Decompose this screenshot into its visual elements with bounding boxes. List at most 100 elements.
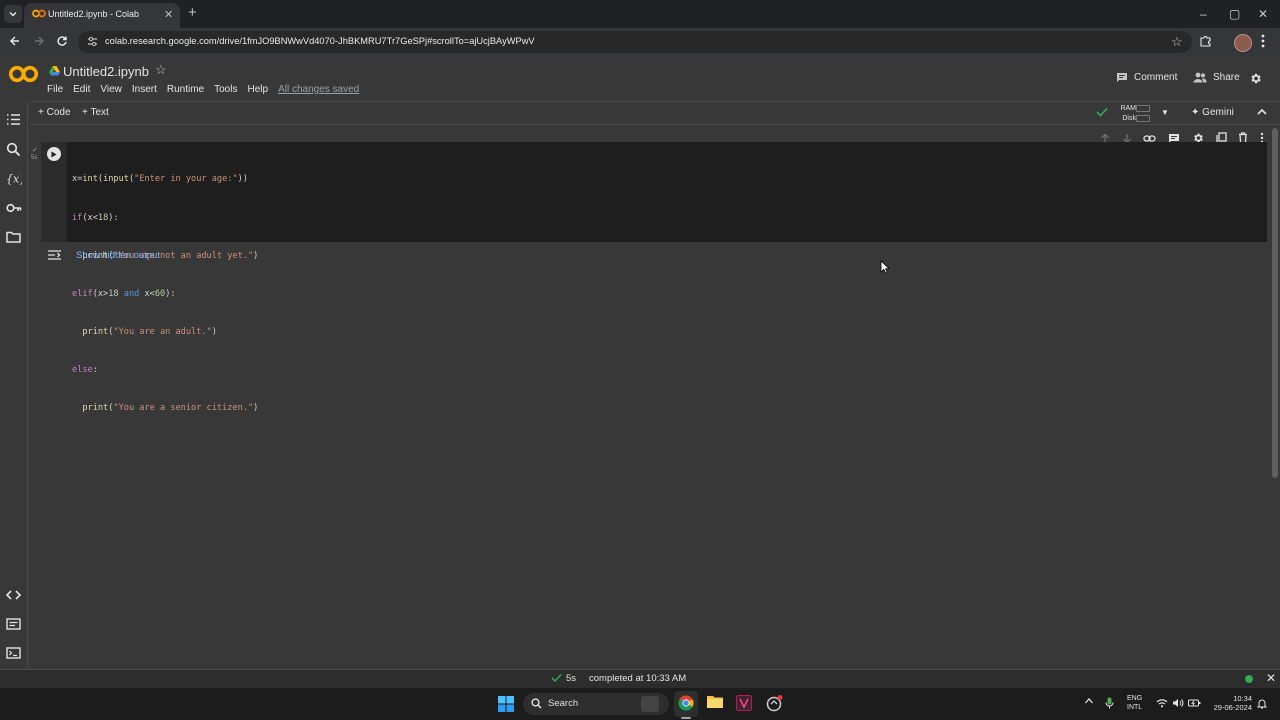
tab-search-button[interactable] [4, 5, 22, 23]
language-indicator[interactable]: ENG INTL [1127, 694, 1142, 712]
menu-insert[interactable]: Insert [132, 84, 157, 95]
wifi-icon[interactable] [1156, 698, 1168, 708]
execution-check-icon: ✓ [32, 147, 38, 154]
notebook-toolbar: + Code + Text RAM Disk ▼ ✦ Gemini [30, 101, 1280, 125]
google-drive-icon[interactable] [49, 66, 60, 76]
share-label: Share [1213, 72, 1240, 83]
restore-button[interactable]: ▢ [1229, 7, 1240, 21]
runtime-dropdown-icon[interactable]: ▼ [1161, 108, 1169, 117]
scrollbar-thumb[interactable] [1272, 128, 1278, 478]
back-arrow-icon[interactable] [9, 35, 21, 47]
address-bar[interactable]: colab.research.google.com/drive/1fmJO9BN… [78, 31, 1192, 53]
minimize-button[interactable]: – [1200, 7, 1207, 21]
add-text-cell-button[interactable]: + Text [82, 107, 109, 118]
browser-tab-strip: Untitled2.ipynb - Colab ✕ + – ▢ ✕ [0, 0, 1280, 28]
battery-charging-icon[interactable] [1188, 698, 1201, 708]
code-cell[interactable]: ✓ 5s x=int(input("Enter in your age:")) … [31, 142, 1267, 413]
terminal-icon[interactable] [6, 647, 21, 659]
ram-usage-bar [1136, 105, 1150, 112]
site-settings-icon[interactable] [87, 36, 98, 47]
language-bottom: INTL [1127, 704, 1143, 711]
command-palette-icon[interactable] [6, 618, 21, 630]
close-status-icon[interactable]: ✕ [1266, 671, 1276, 685]
resource-labels[interactable]: RAM Disk [1116, 104, 1136, 124]
windows-taskbar: Search ENG INTL 10:34 29-06-2024 [0, 688, 1280, 720]
gemini-button[interactable]: ✦ Gemini [1191, 107, 1234, 118]
forward-arrow-icon[interactable] [33, 35, 45, 47]
status-text: completed at 10:33 AM [589, 673, 687, 684]
chevron-down-icon [9, 12, 17, 17]
code-line-7: print("You are a senior citizen.") [82, 402, 259, 413]
run-cell-button[interactable] [47, 147, 61, 161]
table-of-contents-icon[interactable] [6, 113, 21, 126]
app-icon[interactable] [736, 695, 752, 711]
language-top: ENG [1127, 695, 1143, 702]
file-explorer-icon[interactable] [707, 695, 723, 709]
left-sidebar: {x} [0, 101, 28, 669]
gemini-sparkle-icon: ✦ [1191, 107, 1203, 118]
tray-chevron-up-icon[interactable] [1084, 697, 1094, 705]
colab-logo-icon [32, 9, 46, 18]
code-snippets-icon[interactable] [6, 589, 21, 601]
comment-icon [1117, 73, 1127, 82]
menu-edit[interactable]: Edit [73, 84, 90, 95]
new-tab-button[interactable]: + [188, 5, 197, 21]
search-icon[interactable] [6, 142, 21, 157]
clock-time: 10:34 [1233, 694, 1252, 703]
execution-time: 5s [31, 155, 38, 161]
people-icon [1193, 72, 1207, 83]
extensions-puzzle-icon[interactable] [1199, 34, 1212, 47]
tab-close-icon[interactable]: ✕ [164, 9, 173, 21]
comment-button[interactable]: Comment [1116, 72, 1177, 83]
colab-header: Untitled2.ipynb ☆ File Edit View Insert … [0, 56, 1280, 101]
tab-title: Untitled2.ipynb - Colab [48, 9, 140, 19]
clock-date: 29-06-2024 [1213, 703, 1252, 712]
runtime-connected-check-icon [1096, 107, 1108, 117]
code-line-1: x=int(input("Enter in your age:")) [72, 174, 248, 185]
taskbar-search-label: Search [548, 698, 579, 709]
menu-help[interactable]: Help [247, 84, 268, 95]
search-highlight-icon[interactable] [641, 696, 659, 712]
star-icon[interactable]: ☆ [155, 63, 167, 77]
completed-check-icon [551, 673, 562, 683]
microphone-icon[interactable] [1105, 697, 1114, 709]
menu-tools[interactable]: Tools [214, 84, 237, 95]
disk-label: Disk [1122, 115, 1136, 122]
comment-label: Comment [1134, 72, 1178, 83]
window-close-button[interactable]: ✕ [1258, 7, 1268, 21]
output-toggle-icon[interactable] [47, 249, 62, 261]
files-folder-icon[interactable] [6, 231, 21, 243]
taskbar-search-box[interactable]: Search [523, 693, 669, 715]
show-hidden-output-link[interactable]: Show hidden output [76, 250, 160, 261]
windows-start-icon[interactable] [498, 696, 514, 712]
secrets-key-icon[interactable] [6, 202, 22, 214]
menu-view[interactable]: View [100, 84, 122, 95]
profile-avatar[interactable] [1234, 34, 1252, 52]
chrome-icon[interactable] [678, 695, 694, 711]
save-status-link[interactable]: All changes saved [278, 84, 359, 95]
reload-icon[interactable] [56, 35, 68, 47]
variables-icon[interactable]: {x} [6, 171, 22, 186]
notebook-title[interactable]: Untitled2.ipynb [63, 64, 149, 79]
bookmark-star-icon[interactable]: ☆ [1171, 35, 1183, 49]
volume-icon[interactable] [1172, 698, 1184, 708]
kebab-menu-icon[interactable] [1261, 34, 1265, 48]
share-button[interactable]: Share [1193, 72, 1240, 83]
chevron-up-icon[interactable] [1256, 107, 1268, 117]
menu-file[interactable]: File [47, 84, 63, 95]
gear-icon[interactable] [1249, 72, 1262, 85]
notification-bell-icon[interactable] [1257, 698, 1267, 709]
code-editor[interactable]: x=int(input("Enter in your age:")) if(x<… [72, 148, 258, 440]
menu-runtime[interactable]: Runtime [167, 84, 204, 95]
system-clock[interactable]: 10:34 29-06-2024 [1206, 694, 1252, 712]
browser-tab-active[interactable]: Untitled2.ipynb - Colab ✕ [24, 3, 180, 28]
chrome-active-indicator [681, 717, 691, 719]
search-icon [531, 698, 542, 709]
snipping-tool-icon[interactable] [766, 695, 783, 712]
colab-logo-icon[interactable] [9, 65, 38, 83]
connection-status-dot [1245, 675, 1253, 683]
add-code-cell-button[interactable]: + Code [38, 107, 71, 118]
url-text[interactable]: colab.research.google.com/drive/1fmJO9BN… [105, 36, 535, 46]
cell-gutter: ✓ 5s [31, 142, 67, 242]
code-line-5: print("You are an adult.") [82, 326, 217, 337]
